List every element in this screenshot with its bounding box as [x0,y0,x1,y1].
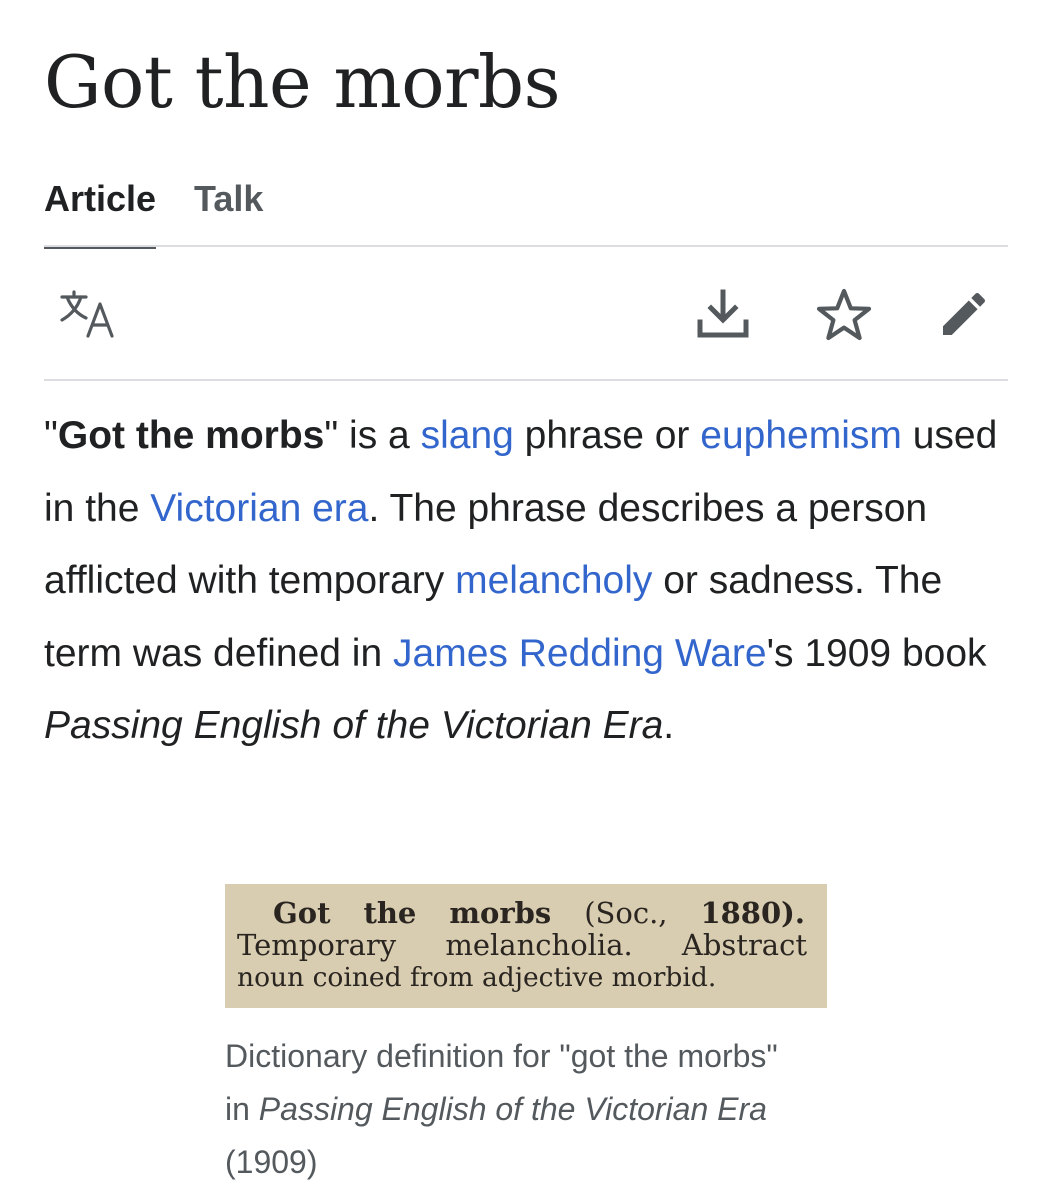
scan-line-1: Got the morbs (Soc., 1880). [273,897,805,930]
figure: Got the morbs (Soc., 1880). Temporary me… [225,884,827,1189]
book-title: Passing English of the Victorian Era [44,704,664,747]
text-segment: " is a [324,414,421,457]
scan-word: the [363,896,417,930]
text-segment: . [663,704,675,747]
pencil-icon[interactable] [936,286,992,347]
star-icon[interactable] [816,288,872,347]
scan-word: Got [273,896,331,930]
scan-word: Abstract [681,928,807,962]
scan-line-3: noun coined from adjective morbid. [237,961,716,994]
scan-word: (Soc., [584,896,668,930]
figure-caption: Dictionary definition for "got the morbs… [225,1030,785,1189]
link-slang[interactable]: slang [421,414,514,457]
link-author[interactable]: James Redding Ware [393,632,767,675]
article-lead-paragraph: "Got the morbs" is a slang phrase or eup… [44,400,1008,763]
toolbar-divider [44,379,1008,381]
tabs-divider [44,245,1008,247]
tab-talk[interactable]: Talk [194,175,263,247]
bold-term: Got the morbs [57,414,325,457]
scan-word: noun coined from adjective morbid. [237,962,717,993]
text-segment: 's 1909 book [766,631,987,675]
scan-word: Temporary [237,928,397,962]
download-icon[interactable] [696,288,750,345]
link-victorian-era[interactable]: Victorian era [150,487,368,530]
scan-word: 1880). [700,896,805,930]
dictionary-scan-image[interactable]: Got the morbs (Soc., 1880). Temporary me… [225,884,827,1008]
page-title: Got the morbs [44,40,561,124]
caption-book-title: Passing English of the Victorian Era [258,1091,767,1127]
tab-article[interactable]: Article [44,175,157,249]
scan-word: morbs [449,896,552,930]
text-segment: " [44,414,58,457]
caption-text: (1909) [225,1144,318,1180]
page-tabs: Article Talk [44,175,301,249]
translate-icon[interactable] [60,290,120,345]
link-melancholy[interactable]: melancholy [455,559,652,602]
scan-word: melancholia. [445,928,633,962]
text-segment: phrase or [513,414,701,457]
link-euphemism[interactable]: euphemism [700,414,902,457]
scan-line-2: Temporary melancholia. Abstract [237,929,807,962]
